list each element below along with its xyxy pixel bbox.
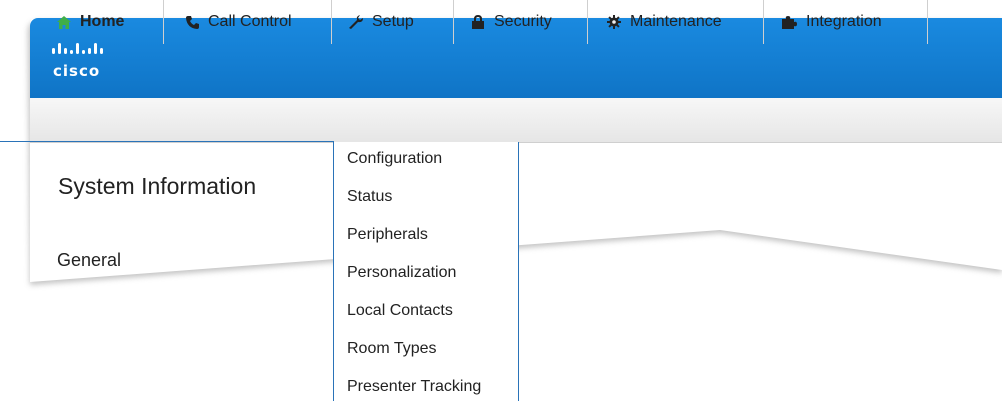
cisco-wordmark: cisco [53,62,101,80]
stage: cisco Home Call Control Setup Security M… [0,0,1002,401]
tab-home[interactable]: Home [30,0,164,44]
tab-maintenance[interactable]: Maintenance [588,0,764,44]
phone-icon [184,14,200,30]
home-icon [56,14,72,30]
menu-item-status[interactable]: Status [347,188,392,206]
menu-item-presenter-tracking[interactable]: Presenter Tracking [347,378,481,396]
setup-dropdown-menu: Configuration Status Peripherals Persona… [333,142,519,401]
lock-icon [470,14,486,30]
tab-setup-label: Setup [372,13,414,30]
app-content: cisco Home Call Control Setup Security M… [0,0,1002,401]
menu-item-personalization[interactable]: Personalization [347,264,456,282]
menu-item-peripherals[interactable]: Peripherals [347,226,428,244]
tab-maintenance-label: Maintenance [630,13,722,30]
menu-item-configuration[interactable]: Configuration [347,150,442,168]
section-general-heading: General [57,250,122,270]
puzzle-icon [782,14,798,30]
menu-item-room-types[interactable]: Room Types [347,340,437,358]
tab-call-control[interactable]: Call Control [164,0,332,44]
tab-setup[interactable]: Setup [332,0,454,44]
tab-home-label: Home [80,13,125,30]
main-nav [30,98,1002,143]
gear-icon [606,14,622,30]
tab-security-label: Security [494,13,552,30]
tab-integration-label: Integration [806,13,882,30]
page-title: System Information [58,173,257,199]
tab-integration[interactable]: Integration [764,0,928,44]
tab-call-control-label: Call Control [208,13,292,30]
wrench-icon [348,14,364,30]
cisco-logo: cisco [48,38,138,88]
menu-item-local-contacts[interactable]: Local Contacts [347,302,453,320]
callout-line [0,141,334,142]
tab-security[interactable]: Security [454,0,588,44]
